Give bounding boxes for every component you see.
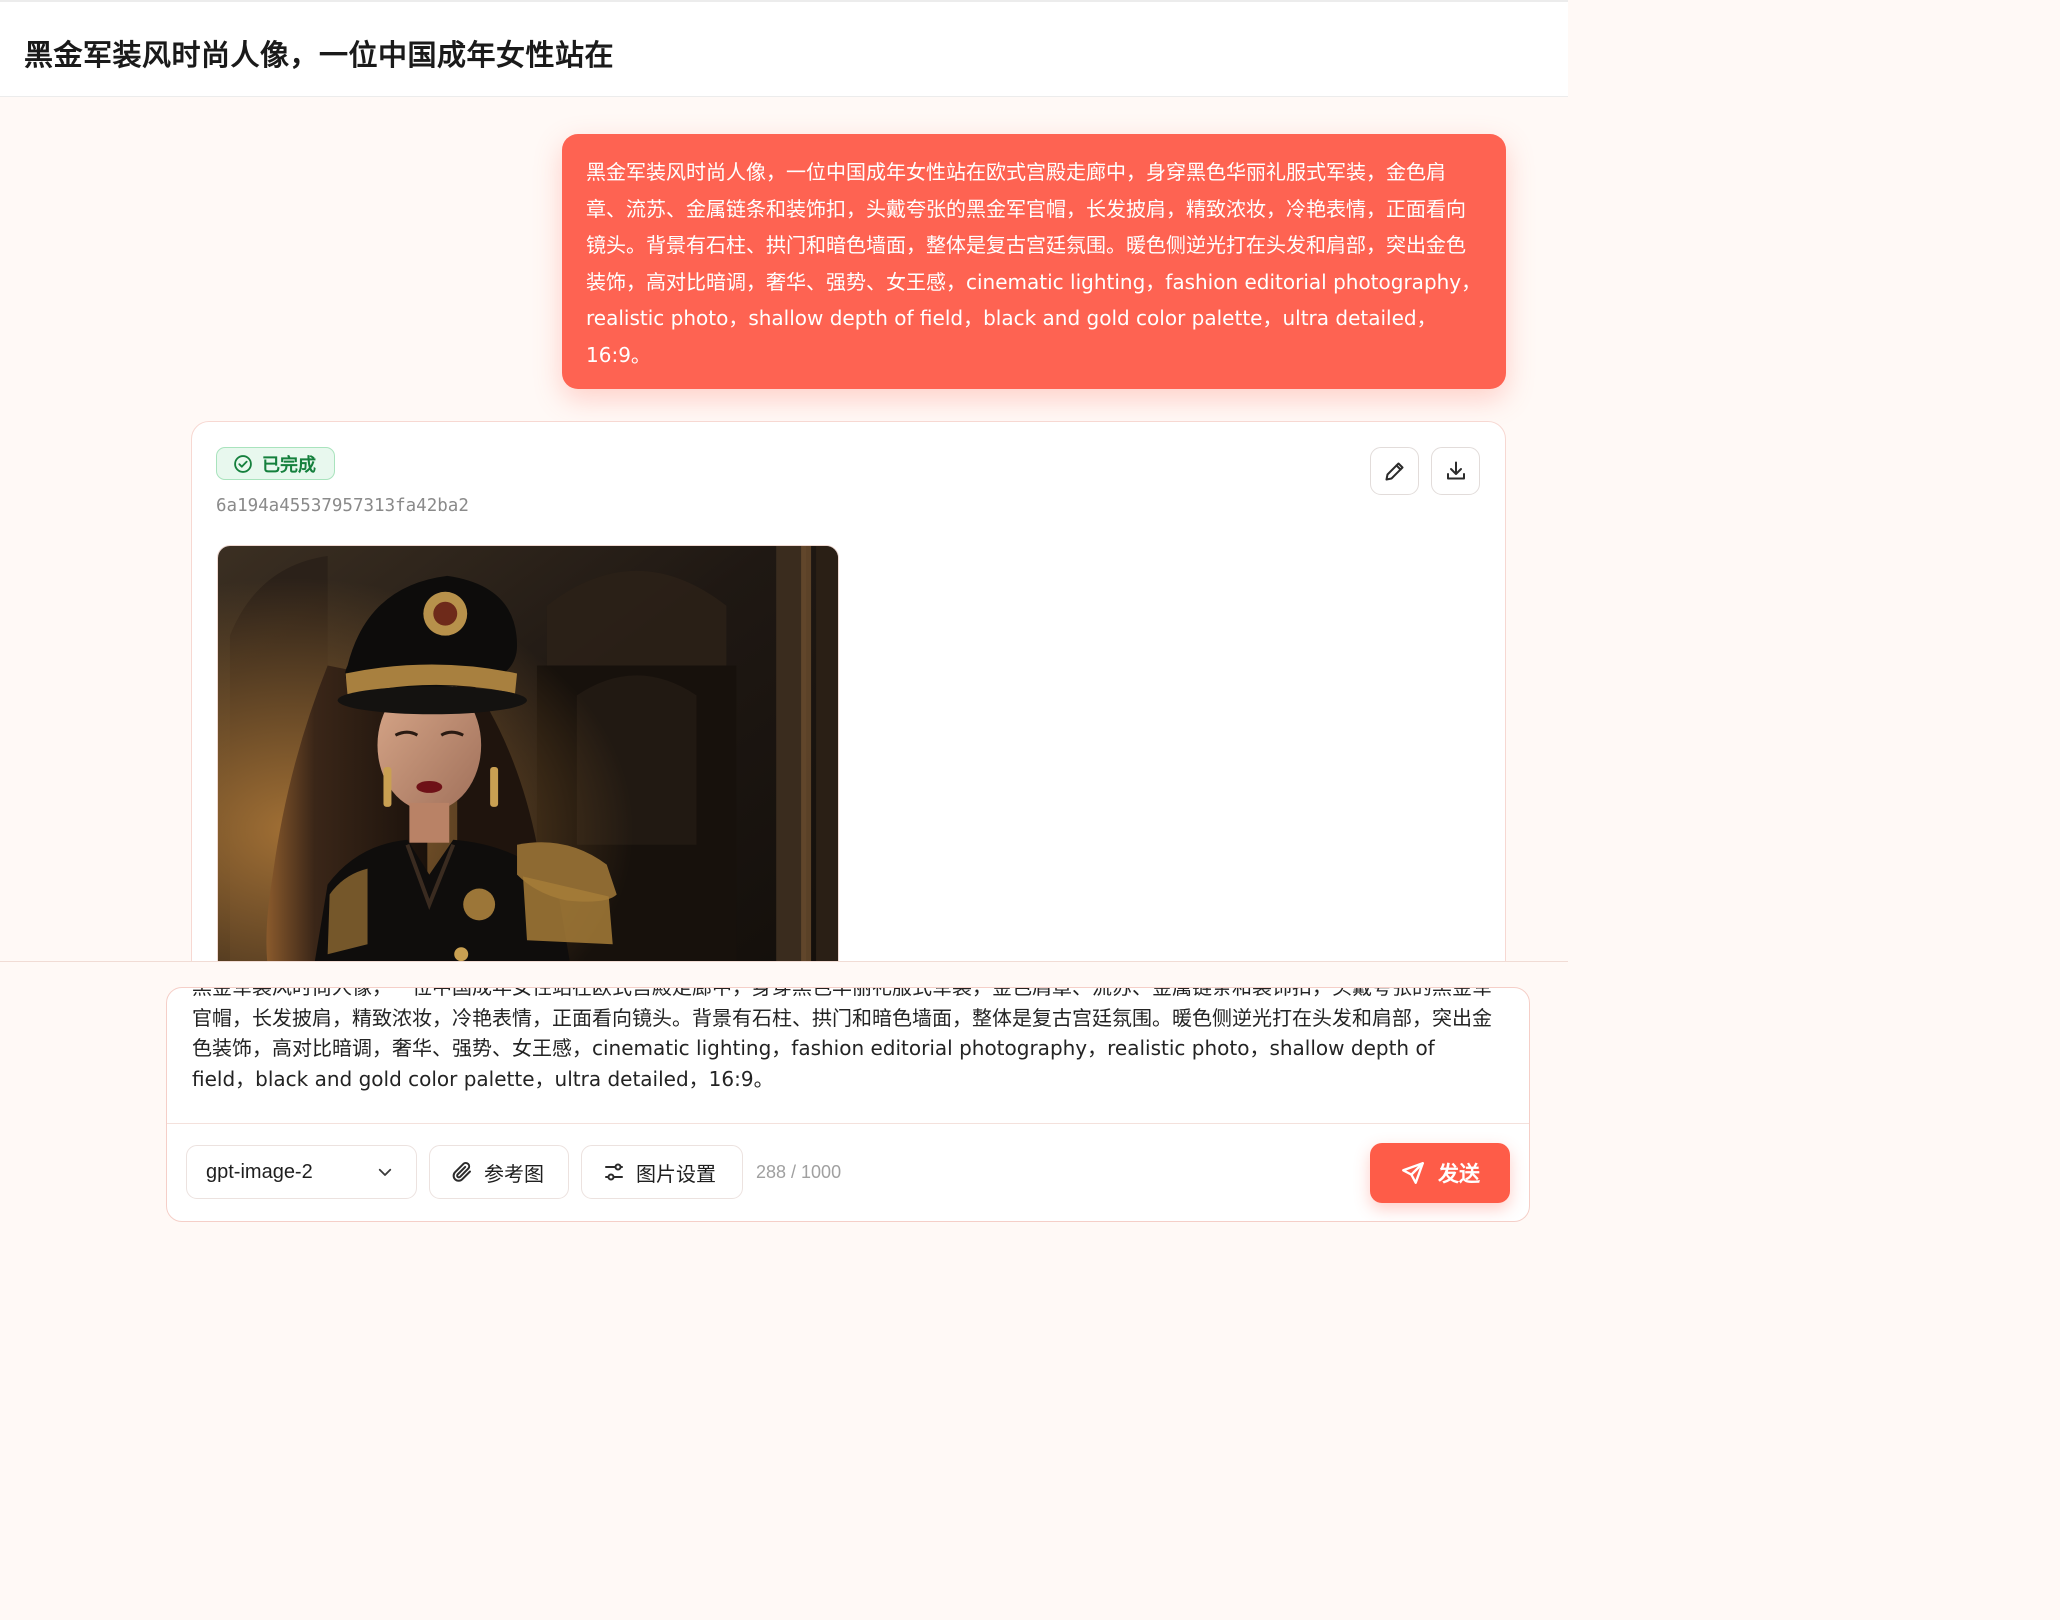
send-label: 发送 [1438,1162,1480,1186]
user-prompt-bubble: 黑金军装风时尚人像，一位中国成年女性站在欧式宫殿走廊中，身穿黑色华丽礼服式军装，… [562,134,1506,389]
prompt-composer: 黑金军装风时尚人像，一位中国成年女性站在欧式宫殿走廊中，身穿黑色华丽礼服式军装，… [166,987,1530,1222]
reference-image-button[interactable]: 参考图 [429,1145,569,1199]
chevron-down-icon [376,1163,394,1181]
composer-divider [167,1123,1529,1124]
model-select[interactable]: gpt-image-2 [186,1145,417,1199]
composer-area: 黑金军装风时尚人像，一位中国成年女性站在欧式宫殿走廊中，身穿黑色华丽礼服式军装，… [0,961,1568,1234]
char-counter: 288 / 1000 [756,1162,842,1182]
paperclip-icon [450,1160,474,1184]
generated-image[interactable] [217,545,839,1005]
app-root: 黑金军装风时尚人像，一位中国成年女性站在 黑金军装风时尚人像，一位中国成年女性站… [0,0,1568,1234]
reference-image-label: 参考图 [484,1161,544,1186]
task-id: 6a194a45537957313fa42ba2 [216,496,469,516]
check-circle-icon [233,454,253,474]
image-settings-label: 图片设置 [636,1161,716,1186]
download-icon [1444,459,1468,483]
edit-button[interactable] [1370,447,1419,495]
prompt-input[interactable]: 黑金军装风时尚人像，一位中国成年女性站在欧式宫殿走廊中，身穿黑色华丽礼服式军装，… [192,988,1502,1094]
status-label: 已完成 [262,454,316,476]
download-button[interactable] [1431,447,1480,495]
sliders-icon [602,1160,626,1184]
send-icon [1400,1160,1426,1186]
model-select-value: gpt-image-2 [206,1160,313,1183]
conversation-title: 黑金军装风时尚人像，一位中国成年女性站在 [24,38,615,72]
conversation-header: 黑金军装风时尚人像，一位中国成年女性站在 [0,0,1568,97]
pencil-icon [1383,459,1407,483]
status-badge: 已完成 [216,447,335,480]
send-button[interactable]: 发送 [1370,1143,1510,1203]
image-settings-button[interactable]: 图片设置 [581,1145,743,1199]
